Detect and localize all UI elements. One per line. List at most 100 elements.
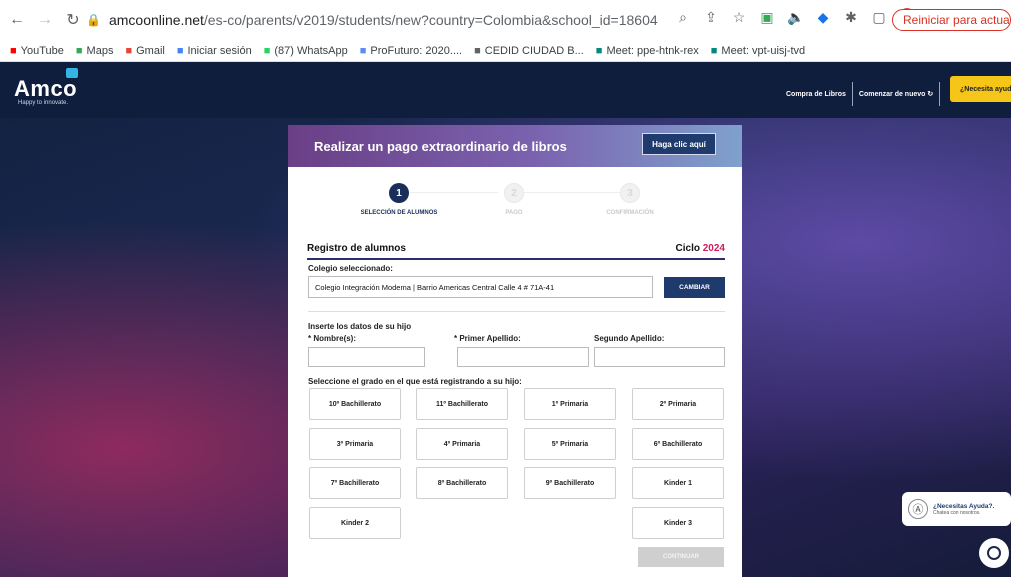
stepper: 1 SELECCIÓN DE ALUMNOS 2 PAGO 3 CONFIRMA… bbox=[288, 183, 742, 223]
cycle-label: Ciclo 2024 bbox=[676, 243, 725, 254]
site-background: Amco Happy to innovate. Compra de Libros… bbox=[0, 62, 1011, 577]
banner-title: Realizar un pago extraordinario de libro… bbox=[314, 139, 567, 154]
nav-divider bbox=[851, 82, 853, 106]
change-school-button[interactable]: CAMBIAR bbox=[664, 277, 725, 298]
payment-banner: Realizar un pago extraordinario de libro… bbox=[288, 125, 742, 167]
school-field: Colegio Integración Modema | Barrio Amer… bbox=[308, 276, 653, 298]
cycle-text: Ciclo bbox=[675, 242, 700, 254]
bookmark-item[interactable]: ■ Meet: ppe-htnk-rex bbox=[596, 45, 699, 57]
header-nav: Compra de Libros Comenzar de nuevo ↻ bbox=[786, 82, 946, 106]
meet-icon: ■ bbox=[710, 44, 718, 57]
profuturo-icon: ■ bbox=[359, 44, 367, 57]
bookmark-item[interactable]: ■ YouTube bbox=[10, 45, 64, 57]
chat-launcher-button[interactable] bbox=[979, 538, 1009, 568]
chat-bubble[interactable]: Ⓐ ¿Necesitas Ayuda?. Chatea con nosotros… bbox=[902, 492, 1011, 526]
puzzle-icon[interactable]: ✱ bbox=[843, 9, 859, 26]
school-label: Colegio seleccionado: bbox=[308, 264, 393, 273]
grade-option[interactable]: 3º Primaria bbox=[309, 428, 401, 460]
second-last-name-field[interactable] bbox=[594, 347, 725, 367]
section-title: Registro de alumnos bbox=[307, 242, 406, 254]
nav-buy-books[interactable]: Compra de Libros bbox=[786, 91, 846, 98]
step-label: CONFIRMACIÓN bbox=[606, 210, 654, 216]
last-name-field[interactable] bbox=[457, 347, 589, 367]
lock-icon[interactable]: 🔒 bbox=[86, 13, 101, 27]
bookmark-label: Maps bbox=[86, 44, 114, 57]
nav-start-over[interactable]: Comenzar de nuevo ↻ bbox=[859, 90, 933, 98]
grade-option[interactable]: 4º Primaria bbox=[416, 428, 508, 460]
continue-button[interactable]: CONTINUAR bbox=[638, 547, 724, 567]
google-icon: ■ bbox=[176, 44, 184, 57]
bookmark-label: (87) WhatsApp bbox=[274, 44, 348, 57]
globe-icon: ■ bbox=[474, 44, 481, 57]
youtube-icon: ■ bbox=[10, 44, 17, 57]
grade-option[interactable]: 6º Bachillerato bbox=[632, 428, 724, 460]
first-name-field[interactable] bbox=[308, 347, 425, 367]
grade-option[interactable]: 1º Primaria bbox=[524, 388, 616, 420]
grade-option[interactable]: 8º Bachillerato bbox=[416, 467, 508, 499]
grade-prompt: Seleccione el grado en el que está regis… bbox=[308, 377, 522, 386]
grade-option[interactable]: Kinder 1 bbox=[632, 467, 724, 499]
logo-flag-icon bbox=[66, 68, 78, 78]
step-number: 2 bbox=[504, 183, 524, 203]
share-icon[interactable]: ⇪ bbox=[703, 9, 719, 26]
grade-option[interactable]: 5º Primaria bbox=[524, 428, 616, 460]
whatsapp-icon: ■ bbox=[263, 44, 271, 57]
step-2: 2 PAGO bbox=[459, 183, 569, 216]
bookmark-label: Iniciar sesión bbox=[187, 44, 252, 57]
amco-logo[interactable]: Amco bbox=[14, 76, 77, 102]
bookmark-item[interactable]: ■ CEDID CIUDAD B... bbox=[474, 45, 584, 57]
address-bar[interactable]: 🔒 amcoonline.net/es-co/parents/v2019/stu… bbox=[86, 7, 666, 33]
chat-title: ¿Necesitas Ayuda?. bbox=[933, 502, 995, 510]
grade-option[interactable]: 9º Bachillerato bbox=[524, 467, 616, 499]
browser-tools: ⌕ ⇪ ☆ ▣ 🔈 ◆ ✱ ▢ G bbox=[675, 8, 915, 26]
second-last-name-label: Segundo Apellido: bbox=[594, 334, 665, 343]
step-1: 1 SELECCIÓN DE ALUMNOS bbox=[344, 183, 454, 216]
site-header: Amco Happy to innovate. Compra de Libros… bbox=[0, 62, 1011, 118]
bookmark-item[interactable]: ■ Gmail bbox=[125, 45, 164, 57]
tagline: Happy to innovate. bbox=[18, 100, 69, 106]
help-button[interactable]: ¿Necesita ayuda? bbox=[950, 76, 1011, 102]
star-icon[interactable]: ☆ bbox=[731, 9, 747, 26]
extension-icon[interactable]: ▣ bbox=[759, 9, 775, 26]
bookmark-item[interactable]: ■ ProFuturo: 2020.... bbox=[360, 45, 462, 57]
sidepanel-icon[interactable]: ▢ bbox=[871, 9, 887, 26]
registration-card: Realizar un pago extraordinario de libro… bbox=[288, 125, 742, 577]
click-here-button[interactable]: Haga clic aquí bbox=[642, 133, 716, 155]
back-icon[interactable]: ← bbox=[8, 11, 26, 29]
first-name-label: * Nombre(s): bbox=[308, 334, 357, 343]
mute-icon[interactable]: 🔈 bbox=[787, 9, 804, 26]
section-header: Registro de alumnos Ciclo 2024 bbox=[307, 241, 725, 255]
bookmark-label: CEDID CIUDAD B... bbox=[484, 44, 584, 57]
grade-option[interactable]: Kinder 2 bbox=[309, 507, 401, 539]
step-3: 3 CONFIRMACIÓN bbox=[575, 183, 685, 216]
grade-option[interactable]: 2º Primaria bbox=[632, 388, 724, 420]
search-icon[interactable]: ⌕ bbox=[675, 9, 691, 26]
bookmark-item[interactable]: ■ Maps bbox=[76, 45, 114, 57]
nav-divider bbox=[939, 82, 941, 106]
cycle-year: 2024 bbox=[702, 242, 725, 254]
chat-icon bbox=[987, 546, 1001, 560]
grade-option[interactable]: 11º Bachillerato bbox=[416, 388, 508, 420]
bookmark-label: Meet: vpt-uisj-tvd bbox=[721, 44, 806, 57]
grade-option[interactable]: 10º Bachillerato bbox=[309, 388, 401, 420]
grade-option[interactable]: Kinder 3 bbox=[632, 507, 724, 539]
url-domain: amcoonline.net bbox=[108, 12, 204, 28]
bookmark-label: Meet: ppe-htnk-rex bbox=[606, 44, 699, 57]
maps-icon: ■ bbox=[75, 44, 83, 57]
bookmark-label: YouTube bbox=[20, 44, 64, 57]
bookmark-item[interactable]: ■ (87) WhatsApp bbox=[264, 45, 348, 57]
meet-icon: ■ bbox=[595, 44, 603, 57]
section-underline bbox=[307, 258, 725, 260]
step-number: 3 bbox=[620, 183, 640, 203]
update-button[interactable]: Reiniciar para actualizar bbox=[892, 9, 1011, 31]
extension-icon[interactable]: ◆ bbox=[815, 9, 831, 26]
bookmark-item[interactable]: ■ Iniciar sesión bbox=[177, 45, 252, 57]
reload-icon[interactable]: ↻ bbox=[64, 11, 82, 29]
bookmark-label: ProFuturo: 2020.... bbox=[370, 44, 463, 57]
grade-option[interactable]: 7º Bachillerato bbox=[309, 467, 401, 499]
bookmarks-bar: ■ YouTube ■ Maps ■ Gmail ■ Iniciar sesión ■ (87) … bbox=[0, 40, 1011, 62]
gmail-icon: ■ bbox=[125, 44, 133, 57]
bookmark-item[interactable]: ■ Meet: vpt-uisj-tvd bbox=[711, 45, 805, 57]
child-data-label: Inserte los datos de su hijo bbox=[308, 322, 412, 331]
forward-icon[interactable]: → bbox=[36, 11, 54, 29]
